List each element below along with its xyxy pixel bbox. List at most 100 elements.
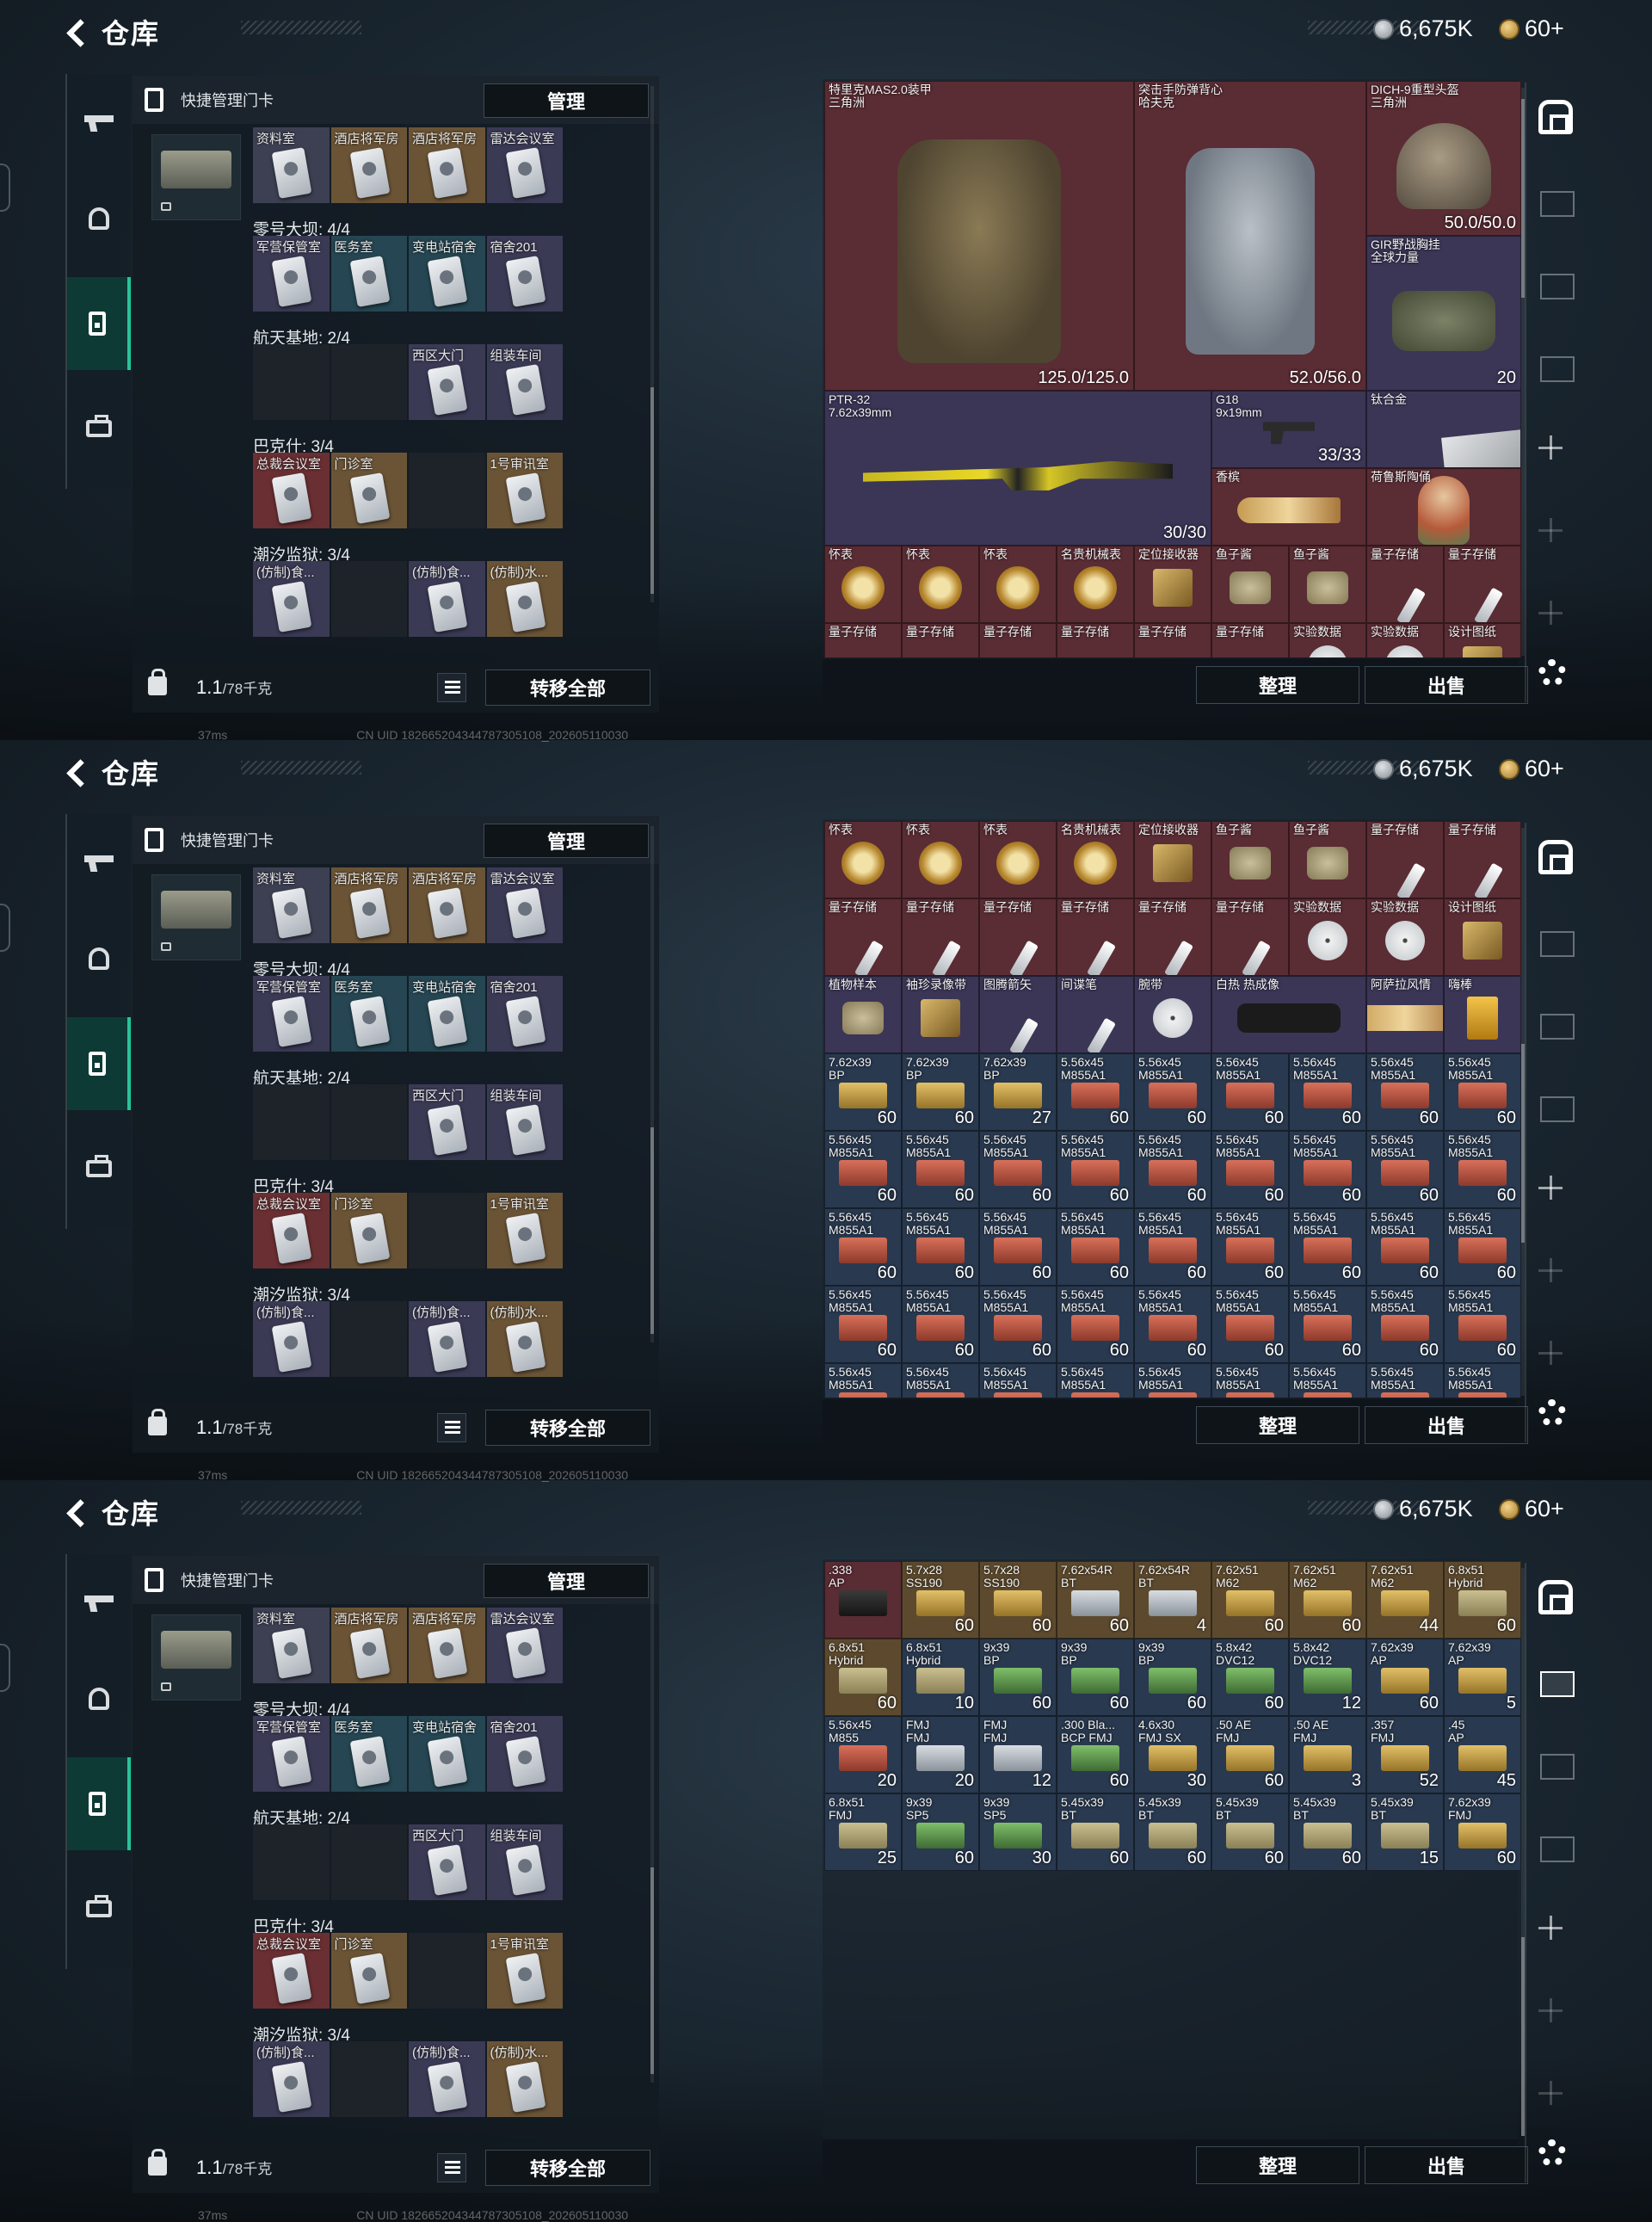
stash-item[interactable]: 7.62x51 M62 44 <box>1366 1561 1444 1639</box>
stash-item[interactable]: 5.56x45 M855A1 60 <box>979 1131 1057 1208</box>
stash-item[interactable]: 量子存储 <box>1134 623 1211 657</box>
manage-button[interactable]: 管理 <box>484 824 649 858</box>
stash-item[interactable]: 7.62x39 FMJ 60 <box>1444 1793 1521 1871</box>
stash-item[interactable]: 实验数据 <box>1366 623 1444 657</box>
stash-item[interactable]: 7.62x54R BT 60 <box>1057 1561 1134 1639</box>
keycard-slot-empty[interactable] <box>330 561 407 637</box>
nav-tab-brief[interactable] <box>67 1120 131 1217</box>
stash-item[interactable]: 怀表 <box>902 546 979 623</box>
stash-item[interactable]: 鱼子酱 <box>1289 821 1366 898</box>
stash-item[interactable]: 7.62x39 BP 60 <box>824 1053 902 1131</box>
storage-box-1[interactable] <box>1540 1671 1575 1697</box>
stash-item[interactable]: 6.8x51 Hybrid 10 <box>902 1639 979 1716</box>
stash-item[interactable]: G18 9x19mm 33/33 <box>1211 391 1366 468</box>
stash-item[interactable]: 5.56x45 M855A1 60 <box>824 1286 902 1363</box>
stash-item[interactable]: 植物样本 <box>824 976 902 1053</box>
stash-item[interactable]: 7.62x39 AP 60 <box>1366 1639 1444 1716</box>
stash-item[interactable]: 实验数据 <box>1366 898 1444 976</box>
currency-token[interactable]: 60+ <box>1499 1496 1564 1522</box>
arrange-button[interactable]: 整理 <box>1196 2146 1359 2184</box>
list-view-icon[interactable] <box>437 2153 466 2182</box>
stash-item[interactable]: 量子存储 <box>1211 898 1289 976</box>
storage-box-2[interactable] <box>1540 1014 1575 1040</box>
stash-item[interactable]: 5.56x45 M855 20 <box>824 1716 902 1793</box>
keycard-slot-empty[interactable] <box>330 2041 407 2117</box>
stash-item[interactable]: 量子存储 <box>979 898 1057 976</box>
stash-item[interactable]: 量子存储 <box>902 898 979 976</box>
side-edge-tab[interactable] <box>0 164 10 212</box>
keycard-slot[interactable]: 医务室 <box>330 1716 407 1792</box>
keycard-slot[interactable]: 总裁会议室 <box>253 453 330 528</box>
keycard-slot[interactable]: 医务室 <box>330 976 407 1052</box>
stash-item[interactable]: 6.8x51 FMJ 25 <box>824 1793 902 1871</box>
add-storage-icon[interactable] <box>1538 518 1564 544</box>
stash-item[interactable]: 5.56x45 M855A1 60 <box>1134 1131 1211 1208</box>
keycard-slot-empty[interactable] <box>409 1933 485 2009</box>
stash-item[interactable]: 5.56x45 M855A1 60 <box>1366 1286 1444 1363</box>
keycard-slot[interactable]: 酒店将军房 <box>409 127 485 203</box>
stash-item[interactable]: 量子存储 <box>1211 623 1289 657</box>
keycard-slot-empty[interactable] <box>330 1301 407 1377</box>
stash-item[interactable]: 5.56x45 M855A1 60 <box>824 1208 902 1286</box>
stash-item[interactable]: 荷鲁斯陶俑 <box>1366 468 1521 546</box>
manage-button[interactable]: 管理 <box>484 1564 649 1598</box>
home-icon[interactable] <box>1538 840 1573 874</box>
add-storage-icon[interactable] <box>1538 2081 1564 2107</box>
stash-item[interactable]: 5.56x45 M855A1 60 <box>1057 1208 1134 1286</box>
stash-item[interactable]: 量子存储 <box>1057 898 1134 976</box>
currency-token[interactable]: 60+ <box>1499 15 1564 42</box>
stash-item[interactable]: 间谍笔 <box>1057 976 1134 1053</box>
storage-box-3[interactable] <box>1540 356 1575 382</box>
list-view-icon[interactable] <box>437 1413 466 1442</box>
stash-item[interactable]: 5.56x45 M855A1 60 <box>1444 1286 1521 1363</box>
keycard-slot[interactable]: 1号审讯室 <box>486 1933 563 2009</box>
keycard-slot[interactable]: 西区大门 <box>409 1824 485 1900</box>
nav-tab-helm[interactable] <box>67 170 131 267</box>
settings-gear-icon[interactable] <box>1538 659 1566 687</box>
sell-button[interactable]: 出售 <box>1365 2146 1528 2184</box>
add-storage-icon[interactable] <box>1538 435 1564 461</box>
sell-button[interactable]: 出售 <box>1365 666 1528 704</box>
stash-item[interactable]: 白热 热成像 <box>1211 976 1366 1053</box>
stash-item[interactable]: 5.56x45 M855A1 60 <box>1211 1286 1289 1363</box>
keycard-slot[interactable]: 1号审讯室 <box>486 1193 563 1268</box>
transfer-all-button[interactable]: 转移全部 <box>485 670 650 706</box>
sell-button[interactable]: 出售 <box>1365 1406 1528 1444</box>
keycard-slot[interactable]: 组装车间 <box>486 1084 563 1160</box>
settings-gear-icon[interactable] <box>1538 1399 1566 1427</box>
keycard-slot[interactable]: 门诊室 <box>330 1193 407 1268</box>
keycard-slot[interactable]: 变电站宿舍 <box>409 976 485 1052</box>
stash-item[interactable]: 量子存储 <box>979 623 1057 657</box>
stash-item[interactable]: 设计图纸 <box>1444 898 1521 976</box>
stash-item[interactable]: 定位接收器 <box>1134 821 1211 898</box>
nav-tab-card[interactable] <box>67 1757 131 1850</box>
stash-item[interactable]: 9x39 BP 60 <box>1134 1639 1211 1716</box>
stash-item[interactable]: 9x39 SP5 60 <box>902 1793 979 1871</box>
currency-main[interactable]: 6,675K <box>1373 15 1473 42</box>
nav-tab-brief[interactable] <box>67 380 131 477</box>
scroll-thumb[interactable] <box>650 1127 654 1334</box>
stash-item[interactable]: .357 FMJ 52 <box>1366 1716 1444 1793</box>
add-storage-icon[interactable] <box>1538 1258 1564 1284</box>
stash-item[interactable]: 5.56x45 M855A1 <box>824 1363 902 1398</box>
stash-item[interactable]: 5.8x42 DVC12 60 <box>1211 1639 1289 1716</box>
stash-item[interactable]: 实验数据 <box>1289 898 1366 976</box>
keycard-slot[interactable]: (仿制)食... <box>253 1301 330 1377</box>
stash-item[interactable]: 5.8x42 DVC12 12 <box>1289 1639 1366 1716</box>
stash-item[interactable]: 特里克MAS2.0装甲 三角洲 125.0/125.0 <box>824 81 1134 391</box>
stash-item[interactable]: 量子存储 <box>1057 623 1134 657</box>
arrange-button[interactable]: 整理 <box>1196 666 1359 704</box>
stash-item[interactable]: 5.56x45 M855A1 60 <box>1366 1053 1444 1131</box>
stash-item[interactable]: 5.45x39 BT 60 <box>1134 1793 1211 1871</box>
stash-item[interactable]: 5.56x45 M855A1 60 <box>1444 1131 1521 1208</box>
keycard-slot[interactable]: (仿制)食... <box>253 2041 330 2117</box>
keycard-slot[interactable]: 雷达会议室 <box>486 1608 563 1683</box>
stash-item[interactable]: 7.62x39 BP 27 <box>979 1053 1057 1131</box>
storage-box-2[interactable] <box>1540 274 1575 299</box>
keycard-device-thumbnail[interactable] <box>151 134 241 220</box>
stash-item[interactable]: 5.56x45 M855A1 <box>1366 1363 1444 1398</box>
stash-item[interactable]: 5.45x39 BT 60 <box>1057 1793 1134 1871</box>
keycard-slot[interactable]: 酒店将军房 <box>409 1608 485 1683</box>
keycard-scrollbar[interactable] <box>650 1566 654 2083</box>
stash-item[interactable]: 5.56x45 M855A1 <box>1134 1363 1211 1398</box>
